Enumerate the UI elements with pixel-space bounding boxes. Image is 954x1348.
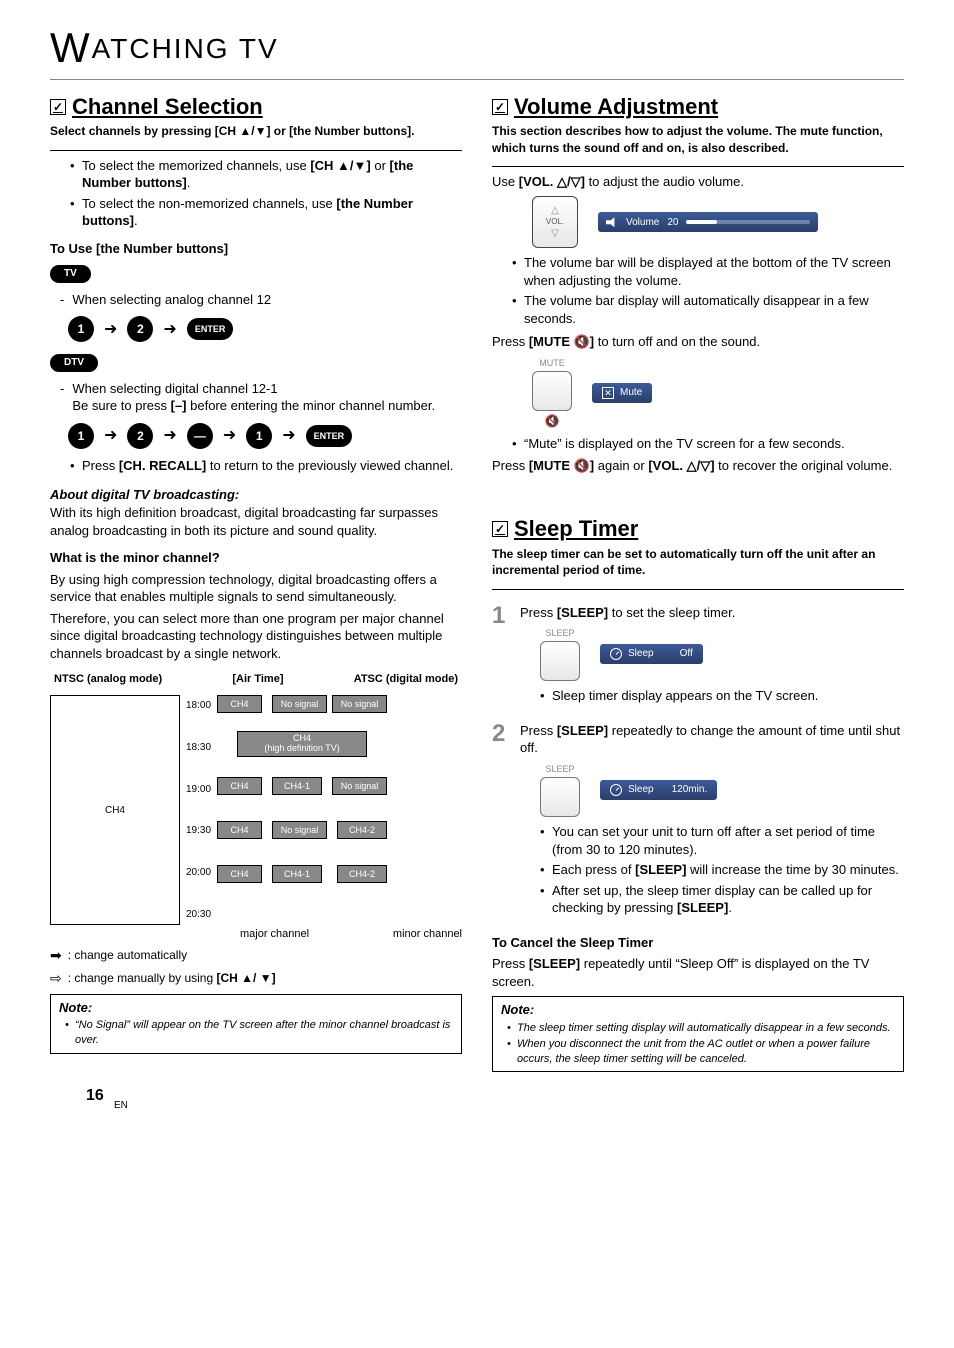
atsc-area: CH4 No signal No signal CH4(high definit… <box>217 695 387 925</box>
tv-pill: TV <box>50 265 91 283</box>
num-1-button: 1 <box>68 316 94 342</box>
sleep-remote-button <box>540 641 580 681</box>
recall-list: Press [CH. RECALL] to return to the prev… <box>50 457 462 475</box>
clock-icon <box>610 784 622 796</box>
page-lang: EN <box>114 1099 128 1113</box>
step-1: 1 Press [SLEEP] to set the sleep timer. … <box>492 604 904 708</box>
analog-sequence: 1 ➜ 2 ➜ ENTER <box>68 316 462 342</box>
arrow-icon: ➜ <box>282 425 295 447</box>
step-2: 2 Press [SLEEP] repeatedly to change the… <box>492 722 904 920</box>
mute-bullets: “Mute” is displayed on the TV screen for… <box>492 435 904 453</box>
number-buttons-head: To Use [the Number buttons] <box>50 240 462 258</box>
header-big-letter: W <box>50 24 92 71</box>
vol-remote-button: △ VOL. ▽ <box>532 196 578 248</box>
analog-example: -When selecting analog channel 12 <box>50 291 462 309</box>
left-column: ✓ Channel Selection Select channels by p… <box>50 92 462 1073</box>
down-triangle-icon: ▽ <box>551 229 559 239</box>
dtv-pill: DTV <box>50 354 98 372</box>
divider <box>50 150 462 151</box>
time-axis: 18:00 18:30 19:00 19:30 20:00 20:30 <box>186 695 211 925</box>
sleep-osd-off: Sleep Off <box>600 644 703 664</box>
minor-head: What is the minor channel? <box>50 549 462 567</box>
step-number-2: 2 <box>492 722 512 746</box>
bullet-memorized: To select the memorized channels, use [C… <box>70 157 462 192</box>
volume-visual: △ VOL. ▽ Volume 20 <box>532 196 904 248</box>
sleep-remote-button <box>540 777 580 817</box>
about-body: With its high definition broadcast, digi… <box>50 504 462 539</box>
volume-osd: Volume 20 <box>598 212 818 232</box>
num-2-button: 2 <box>127 423 153 449</box>
arrow-icon: ➜ <box>163 319 176 341</box>
cancel-body: Press [SLEEP] repeatedly until “Sleep Of… <box>492 955 904 990</box>
cancel-head: To Cancel the Sleep Timer <box>492 934 904 952</box>
channel-sub: Select channels by pressing [CH ▲/▼] or … <box>50 123 462 139</box>
sleep-bullets: You can set your unit to turn off after … <box>520 823 904 917</box>
mute-visual: MUTE 🔇 ✕ Mute <box>532 357 904 429</box>
note-item: “No Signal” will appear on the TV screen… <box>65 1018 453 1048</box>
hollow-arrow-icon: ⇨ <box>50 969 62 988</box>
sleep-visual-2: SLEEP Sleep 120min. <box>540 763 904 817</box>
digital-sequence: 1 ➜ 2 ➜ — ➜ 1 ➜ ENTER <box>68 423 462 449</box>
note-box-right: Note: The sleep timer setting display wi… <box>492 996 904 1072</box>
check-icon: ✓ <box>492 99 508 115</box>
legend-auto: ➡: change automatically <box>50 946 462 965</box>
mute-stack: MUTE 🔇 <box>532 357 572 429</box>
check-icon: ✓ <box>50 99 66 115</box>
channel-diagram: CH4 18:00 18:30 19:00 19:30 20:00 20:30 … <box>50 695 462 925</box>
arrow-icon: ➜ <box>104 425 117 447</box>
dash-button: — <box>187 423 213 449</box>
check-icon: ✓ <box>492 521 508 537</box>
arrow-icon: ➜ <box>223 425 236 447</box>
footer: 16 EN <box>50 1082 904 1122</box>
enter-button: ENTER <box>187 318 234 340</box>
arrow-icon: ➜ <box>104 319 117 341</box>
header-rest: ATCHING TV <box>92 33 279 64</box>
up-triangle-icon: △ <box>551 206 559 216</box>
ntsc-block: CH4 <box>50 695 180 925</box>
channel-selection-heading: ✓ Channel Selection <box>50 92 462 122</box>
minor-b1: By using high compression technology, di… <box>50 571 462 606</box>
num-1-button: 1 <box>68 423 94 449</box>
sleep-heading: ✓ Sleep Timer <box>492 514 904 544</box>
note-item: When you disconnect the unit from the AC… <box>507 1037 895 1067</box>
minor-b2: Therefore, you can select more than one … <box>50 610 462 663</box>
major-minor-labels: major channel minor channel <box>50 927 462 942</box>
diagram-header: NTSC (analog mode) [Air Time] ATSC (digi… <box>50 672 462 687</box>
sleep-visual-1: SLEEP Sleep Off <box>540 627 904 681</box>
page-header: WATCHING TV <box>50 20 904 80</box>
speaker-icon <box>606 217 618 227</box>
sleep-osd-120: Sleep 120min. <box>600 780 717 800</box>
mute-recover: Press [MUTE 🔇] again or [VOL. △/▽] to re… <box>492 457 904 475</box>
bullet-nonmemorized: To select the non-memorized channels, us… <box>70 195 462 230</box>
num-2-button: 2 <box>127 316 153 342</box>
mute-remote-button <box>532 371 572 411</box>
mute-x-icon: ✕ <box>602 387 614 399</box>
right-column: ✓ Volume Adjustment This section describ… <box>492 92 904 1073</box>
mute-osd: ✕ Mute <box>592 383 652 403</box>
channel-bullets: To select the memorized channels, use [C… <box>50 157 462 230</box>
arrow-icon: ➜ <box>163 425 176 447</box>
step-number-1: 1 <box>492 604 512 628</box>
mute-press: Press [MUTE 🔇] to turn off and on the so… <box>492 333 904 351</box>
volume-sub: This section describes how to adjust the… <box>492 123 904 155</box>
enter-button: ENTER <box>306 425 353 447</box>
legend-manual: ⇨: change manually by using [CH ▲/ ▼] <box>50 969 462 988</box>
clock-icon <box>610 648 622 660</box>
volume-heading: ✓ Volume Adjustment <box>492 92 904 122</box>
note-item: The sleep timer setting display will aut… <box>507 1021 895 1036</box>
divider <box>492 589 904 590</box>
num-1b-button: 1 <box>246 423 272 449</box>
note-box-left: Note: “No Signal” will appear on the TV … <box>50 994 462 1054</box>
digital-example: - When selecting digital channel 12-1 Be… <box>50 380 462 415</box>
divider <box>492 166 904 167</box>
volume-bullets: The volume bar will be displayed at the … <box>492 254 904 327</box>
mute-icon: 🔇 <box>545 413 560 429</box>
sleep-sub: The sleep timer can be set to automatica… <box>492 546 904 578</box>
about-head: About digital TV broadcasting: <box>50 486 462 504</box>
recall-bullet: Press [CH. RECALL] to return to the prev… <box>70 457 462 475</box>
page-number: 16 <box>86 1085 104 1107</box>
solid-arrow-icon: ➡ <box>50 946 62 965</box>
vol-use: Use [VOL. △/▽] to adjust the audio volum… <box>492 173 904 191</box>
